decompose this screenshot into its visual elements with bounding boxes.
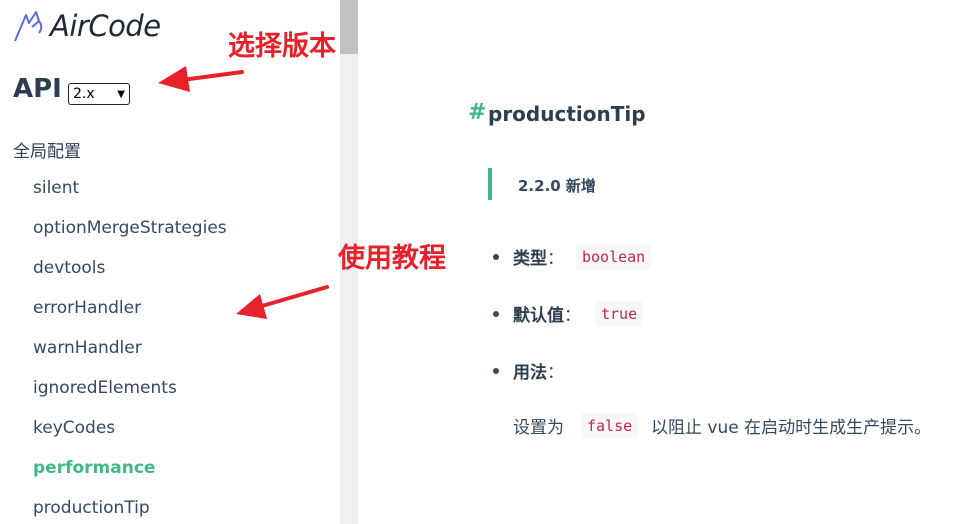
arrow-to-sidebar-items	[236, 285, 329, 319]
arrow-to-version-select	[158, 66, 244, 92]
annotation-arrows	[158, 66, 329, 319]
